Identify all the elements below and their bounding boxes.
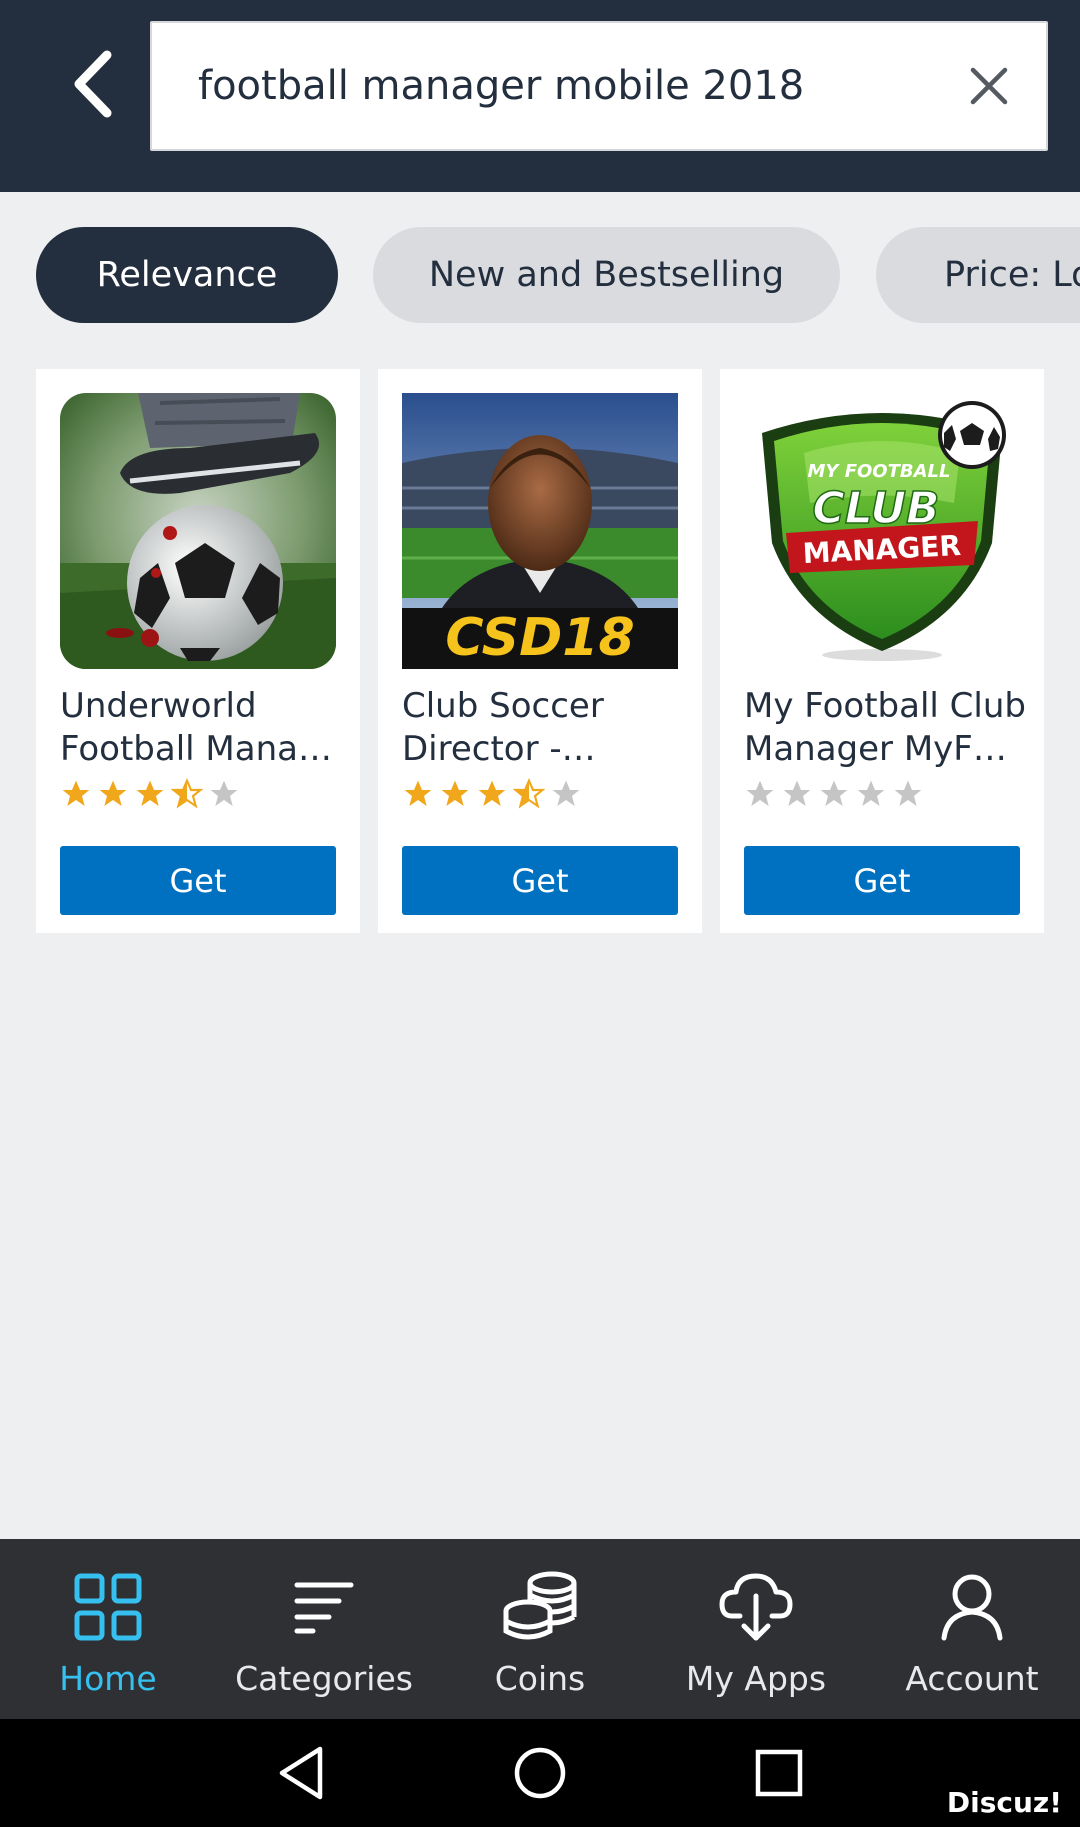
star-empty-icon <box>746 780 774 806</box>
star-empty-icon <box>210 780 238 806</box>
bottom-nav: Home Categories Coins My Apps Account <box>0 1539 1080 1719</box>
top-bar <box>0 0 1080 192</box>
star-rating <box>60 778 240 814</box>
star-filled-icon <box>62 780 90 806</box>
nav-item-categories[interactable]: Categories <box>216 1539 432 1719</box>
app-title[interactable]: Underworld Football Mana… <box>60 685 342 771</box>
app-title[interactable]: Club Soccer Director - Socc… <box>402 685 684 771</box>
star-empty-icon <box>783 780 811 806</box>
get-button[interactable]: Get <box>60 846 336 915</box>
get-button[interactable]: Get <box>402 846 678 915</box>
clear-search-button[interactable] <box>954 51 1024 121</box>
cloud-download-icon <box>716 1567 796 1647</box>
club-soccer-director-app-icon[interactable]: CSD18 <box>402 393 678 669</box>
circle-home-icon <box>514 1747 566 1799</box>
app-title[interactable]: My Football Club Manager MyFC .. <box>744 685 1026 771</box>
system-nav-bar: Discuz! <box>0 1719 1080 1827</box>
sort-chip-new-and-bestselling[interactable]: New and Bestselling <box>373 227 840 323</box>
nav-item-coins[interactable]: Coins <box>432 1539 648 1719</box>
star-empty-icon <box>857 780 885 806</box>
search-box <box>150 21 1048 151</box>
system-home-button[interactable] <box>505 1743 575 1803</box>
back-button[interactable] <box>52 44 132 124</box>
sort-chips: Relevance New and Bestselling Price: Lo <box>0 227 1080 325</box>
nav-label: Home <box>59 1659 157 1698</box>
person-icon <box>932 1567 1012 1647</box>
get-button[interactable]: Get <box>744 846 1020 915</box>
system-back-button[interactable] <box>266 1743 336 1803</box>
sort-chip-price[interactable]: Price: Lo <box>876 227 1080 323</box>
star-empty-icon <box>820 780 848 806</box>
my-football-club-manager-app-icon[interactable]: MY FOOTBALL CLUB MANAGER <box>744 393 1020 669</box>
triangle-back-icon <box>279 1746 323 1800</box>
nav-item-home[interactable]: Home <box>0 1539 216 1719</box>
star-empty-icon <box>894 780 922 806</box>
square-recents-icon <box>755 1749 803 1797</box>
system-recents-button[interactable] <box>744 1743 814 1803</box>
close-icon <box>970 67 1008 105</box>
sort-chip-relevance[interactable]: Relevance <box>36 227 338 323</box>
app-card[interactable]: MY FOOTBALL CLUB MANAGER My Football Clu… <box>720 369 1044 933</box>
categories-lines-icon <box>284 1567 364 1647</box>
csd18-logo-text: CSD18 <box>445 608 634 668</box>
home-grid-icon <box>68 1567 148 1647</box>
star-filled-icon <box>404 780 432 806</box>
star-filled-icon <box>99 780 127 806</box>
star-filled-icon <box>478 780 506 806</box>
star-half-icon <box>513 778 545 809</box>
star-filled-icon <box>441 780 469 806</box>
star-rating <box>744 778 924 814</box>
coins-stack-icon <box>500 1567 580 1647</box>
chevron-left-icon <box>74 50 112 118</box>
star-half-icon <box>171 778 203 809</box>
app-card[interactable]: CSD18 Club Soccer Director - Socc… Get <box>378 369 702 933</box>
app-card[interactable]: Underworld Football Mana… Get <box>36 369 360 933</box>
star-empty-icon <box>552 780 580 806</box>
nav-label: My Apps <box>685 1659 827 1698</box>
watermark: Discuz! <box>946 1786 1062 1819</box>
nav-label: Account <box>905 1659 1039 1698</box>
nav-item-my-apps[interactable]: My Apps <box>648 1539 864 1719</box>
star-filled-icon <box>136 780 164 806</box>
nav-item-account[interactable]: Account <box>864 1539 1080 1719</box>
shield-text-top: MY FOOTBALL <box>808 461 951 482</box>
nav-label: Coins <box>494 1659 586 1698</box>
nav-label: Categories <box>235 1659 413 1698</box>
underworld-football-app-icon[interactable] <box>60 393 336 669</box>
star-rating <box>402 778 582 814</box>
search-input[interactable] <box>198 23 938 149</box>
